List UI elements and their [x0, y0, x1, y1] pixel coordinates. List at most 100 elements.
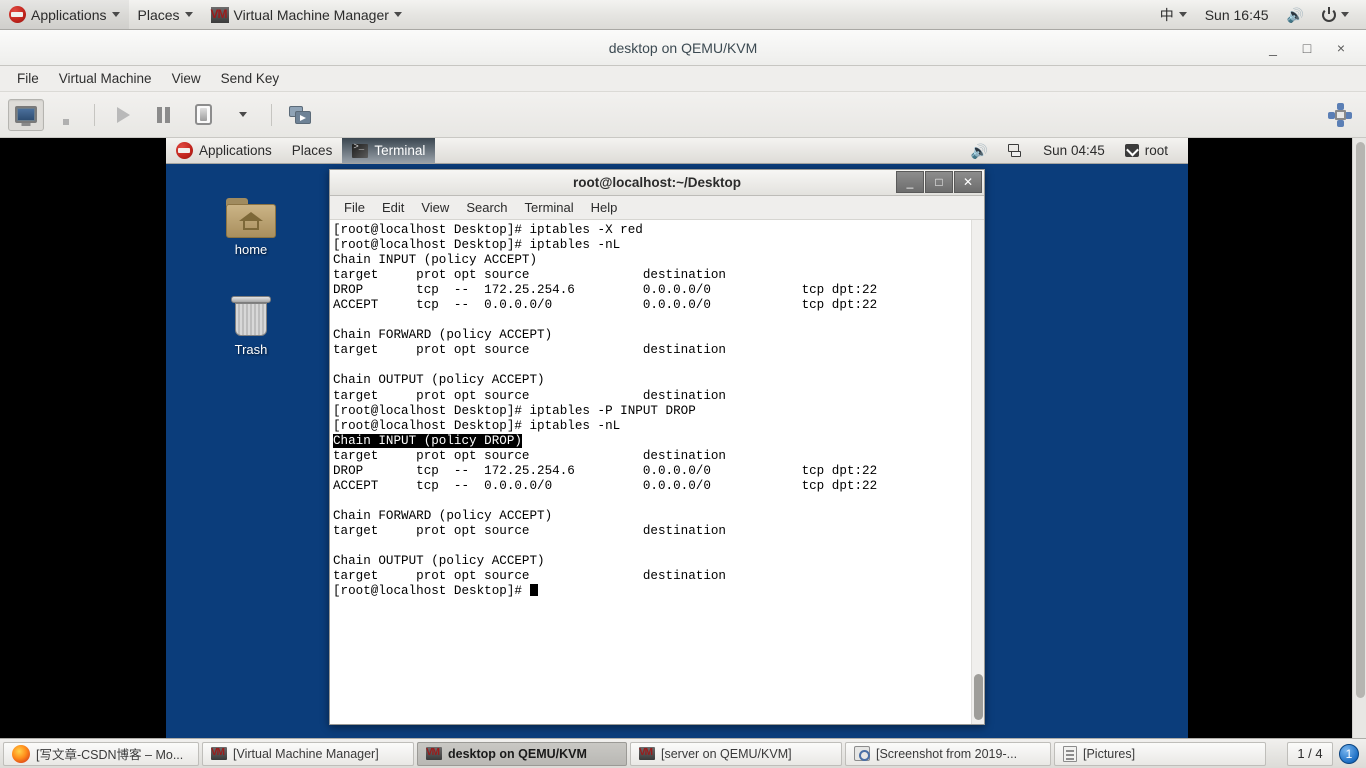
guest-applications-menu[interactable]: Applications — [166, 138, 282, 163]
guest-places-label: Places — [291, 143, 333, 158]
snapshots-icon — [289, 105, 311, 124]
host-top-panel: Applications Places Virtual Machine Mana… — [0, 0, 1366, 30]
guest-window-label: Terminal — [374, 143, 426, 158]
guest-desktop: Applications Places Terminal 🔊 — [166, 138, 1188, 738]
terminal-cursor — [529, 584, 538, 597]
toolbar-separator — [94, 103, 95, 126]
vm-menu-send-key[interactable]: Send Key — [212, 68, 289, 89]
chevron-down-icon — [184, 12, 193, 17]
terminal-menu-help[interactable]: Help — [583, 197, 626, 218]
power-switch-icon — [194, 104, 212, 125]
system-menu[interactable] — [1313, 0, 1358, 29]
run-vm-button[interactable] — [105, 99, 141, 131]
host-applications-label: Applications — [31, 6, 107, 23]
volume-menu[interactable]: 🔊 — [1278, 0, 1313, 29]
terminal-line: DROP tcp -- 172.25.254.6 0.0.0.0/0 tcp d… — [333, 463, 878, 478]
workspace-badge[interactable]: 1 — [1339, 743, 1359, 764]
terminal-scrollbar-thumb[interactable] — [974, 674, 983, 720]
host-panel-left: Applications Places Virtual Machine Mana… — [0, 0, 411, 29]
taskbar-item-label: desktop on QEMU/KVM — [448, 746, 587, 761]
terminal-minimize-button[interactable]: _ — [896, 171, 924, 193]
vm-close-button[interactable]: × — [1334, 41, 1348, 55]
terminal-line: [root@localhost Desktop]# iptables -nL — [333, 418, 621, 433]
monitor-icon — [15, 106, 37, 123]
terminal-screen[interactable]: [root@localhost Desktop]# iptables -X re… — [330, 220, 971, 724]
host-places-menu[interactable]: Places — [129, 0, 202, 29]
taskbar-item-server-vm[interactable]: [server on QEMU/KVM] — [630, 741, 842, 766]
terminal-menu-search[interactable]: Search — [458, 197, 515, 218]
terminal-line: Chain FORWARD (policy ACCEPT) — [333, 508, 553, 523]
desktop-icon-trash-label: Trash — [234, 342, 268, 357]
desktop-icon-home[interactable]: home — [208, 186, 294, 257]
host-app-menu-label: Virtual Machine Manager — [233, 6, 389, 23]
vm-display-scrollbar-thumb[interactable] — [1356, 142, 1365, 698]
terminal-title: root@localhost:~/Desktop — [572, 175, 742, 190]
terminal-maximize-button[interactable]: □ — [925, 171, 953, 193]
show-details-button[interactable] — [48, 99, 84, 131]
terminal-line: Chain FORWARD (policy ACCEPT) — [333, 328, 553, 343]
host-app-menu-vmm[interactable]: Virtual Machine Manager — [202, 0, 411, 29]
terminal-line: target prot opt source destination — [333, 343, 726, 358]
vm-menu-virtual-machine[interactable]: Virtual Machine — [50, 68, 161, 89]
guest-window-list-terminal[interactable]: Terminal — [342, 138, 436, 163]
taskbar-item-label: [Screenshot from 2019-... — [876, 746, 1018, 761]
taskbar-item-virtual-machine-manager[interactable]: [Virtual Machine Manager] — [202, 741, 414, 766]
taskbar-item-screenshot[interactable]: [Screenshot from 2019-... — [845, 741, 1051, 766]
host-clock[interactable]: Sun 16:45 — [1196, 0, 1278, 29]
guest-panel-right: 🔊 Sun 04:45 root — [961, 138, 1188, 163]
guest-network-menu[interactable] — [998, 138, 1033, 163]
taskbar-item-pictures[interactable]: [Pictures] — [1054, 741, 1266, 766]
shutdown-options-dropdown[interactable] — [225, 99, 261, 131]
vm-maximize-button[interactable]: □ — [1300, 41, 1314, 55]
chevron-down-icon — [239, 112, 247, 117]
terminal-line: Chain OUTPUT (policy ACCEPT) — [333, 554, 545, 569]
guest-volume-menu[interactable]: 🔊 — [961, 138, 998, 163]
desktop-icon-home-label: home — [234, 242, 268, 257]
terminal-menu-terminal[interactable]: Terminal — [517, 197, 582, 218]
pause-vm-button[interactable] — [145, 99, 181, 131]
guest-clock[interactable]: Sun 04:45 — [1033, 138, 1115, 163]
shutdown-vm-button[interactable] — [185, 99, 221, 131]
vm-display-scrollbar[interactable] — [1352, 138, 1366, 738]
guest-applications-label: Applications — [199, 143, 272, 158]
snapshots-button[interactable] — [282, 99, 318, 131]
network-disconnected-icon — [1008, 144, 1023, 157]
terminal-line: ACCEPT tcp -- 0.0.0.0/0 0.0.0.0/0 tcp dp… — [333, 478, 878, 493]
desktop-icon-trash[interactable]: Trash — [208, 286, 294, 357]
guest-places-menu[interactable]: Places — [282, 138, 343, 163]
workspace-pager[interactable]: 1 / 4 — [1287, 741, 1333, 766]
fullscreen-icon — [1328, 102, 1352, 127]
taskbar-item-firefox[interactable]: [写文章-CSDN博客 – Mo... — [3, 741, 199, 766]
virt-manager-console-window: desktop on QEMU/KVM _ □ × File Virtual M… — [0, 30, 1366, 738]
vm-display-area[interactable]: Applications Places Terminal 🔊 — [0, 138, 1366, 738]
vm-menu-view[interactable]: View — [163, 68, 210, 89]
guest-user-menu[interactable]: root — [1115, 138, 1178, 163]
chevron-down-icon — [111, 12, 120, 17]
fullscreen-button[interactable] — [1322, 99, 1358, 131]
virtual-machine-manager-icon — [426, 746, 442, 760]
terminal-line: ACCEPT tcp -- 0.0.0.0/0 0.0.0.0/0 tcp dp… — [333, 298, 878, 313]
chevron-down-icon — [393, 12, 402, 17]
terminal-menu-edit[interactable]: Edit — [374, 197, 412, 218]
terminal-close-button[interactable]: ✕ — [954, 171, 982, 193]
terminal-scrollbar[interactable] — [971, 220, 984, 724]
terminal-window: root@localhost:~/Desktop _ □ ✕ File Edit… — [329, 169, 985, 725]
host-applications-menu[interactable]: Applications — [0, 0, 129, 29]
terminal-menu-view[interactable]: View — [413, 197, 457, 218]
terminal-icon — [352, 142, 369, 158]
terminal-menu-file[interactable]: File — [336, 197, 373, 218]
vm-minimize-button[interactable]: _ — [1266, 41, 1280, 55]
show-console-button[interactable] — [8, 98, 44, 131]
guest-top-panel: Applications Places Terminal 🔊 — [166, 138, 1188, 164]
vm-menu-file[interactable]: File — [8, 68, 48, 89]
terminal-body: [root@localhost Desktop]# iptables -X re… — [330, 220, 984, 724]
chevron-down-icon — [1178, 12, 1187, 17]
terminal-line: [root@localhost Desktop]# iptables -P IN… — [333, 403, 696, 418]
taskbar-item-desktop-vm[interactable]: desktop on QEMU/KVM — [417, 741, 627, 766]
input-method-menu[interactable]: 中 — [1151, 0, 1196, 29]
power-icon — [1322, 6, 1336, 22]
